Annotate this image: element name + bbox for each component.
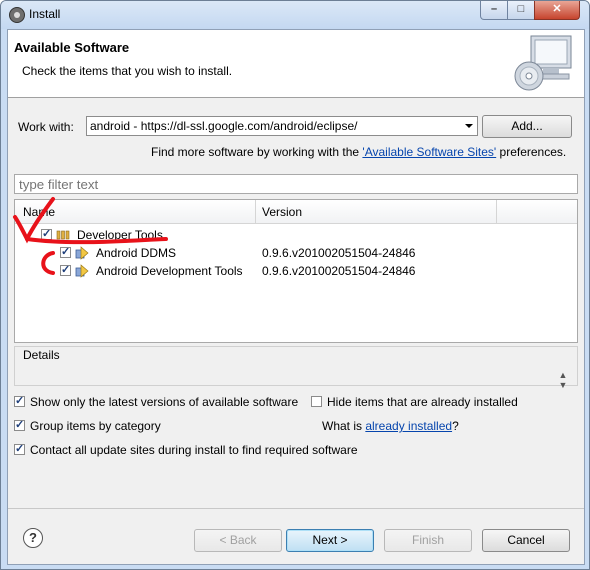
- column-version-header[interactable]: Version: [262, 205, 302, 219]
- help-icon[interactable]: ?: [23, 528, 43, 548]
- hide-installed-checkbox[interactable]: [311, 396, 322, 407]
- category-icon: [56, 230, 70, 240]
- tree-header: Name Version: [15, 200, 577, 224]
- window-title: Install: [29, 7, 61, 21]
- show-latest-label[interactable]: Show only the latest versions of availab…: [30, 395, 298, 409]
- find-more-text: Find more software by working with the '…: [151, 145, 566, 159]
- tree-item-label: Android Development Tools: [96, 264, 243, 278]
- plugin-icon: [75, 246, 89, 260]
- work-with-value: android - https://dl-ssl.google.com/andr…: [90, 119, 358, 133]
- tree-row-developer-tools[interactable]: Developer Tools: [15, 226, 577, 244]
- group-by-category-checkbox[interactable]: [14, 418, 25, 431]
- dialog-body: Available Software Check the items that …: [7, 29, 585, 565]
- next-button[interactable]: Next >: [286, 529, 374, 552]
- column-divider: [255, 200, 256, 223]
- tree-row-android-ddms[interactable]: Android DDMS 0.9.6.v201002051504-24846: [15, 244, 577, 262]
- show-latest-checkbox[interactable]: [14, 394, 25, 407]
- plugin-icon: [75, 264, 89, 278]
- what-is-prefix: What is: [322, 419, 366, 433]
- filter-input[interactable]: [14, 174, 578, 194]
- maximize-icon[interactable]: □: [507, 1, 535, 20]
- footer-divider: [8, 508, 584, 509]
- software-tree[interactable]: Name Version Developer Tools: [14, 199, 578, 343]
- android-ddms-checkbox[interactable]: [60, 245, 71, 258]
- details-scrollbar[interactable]: ▲ ▼: [555, 370, 571, 390]
- app-icon: [9, 7, 25, 23]
- tree-item-label: Developer Tools: [77, 228, 163, 242]
- page-title: Available Software: [14, 40, 130, 55]
- back-button[interactable]: < Back: [194, 529, 282, 552]
- work-with-label: Work with:: [18, 120, 74, 134]
- tree-item-version: 0.9.6.v201002051504-24846: [262, 246, 416, 260]
- install-window: Install – □ ✕ Available Software Check t…: [0, 0, 590, 570]
- cancel-button[interactable]: Cancel: [482, 529, 570, 552]
- finish-button[interactable]: Finish: [384, 529, 472, 552]
- developer-tools-checkbox[interactable]: [41, 227, 52, 240]
- group-by-category-label[interactable]: Group items by category: [30, 419, 161, 433]
- minimize-icon[interactable]: –: [480, 1, 508, 20]
- find-more-prefix: Find more software by working with the: [151, 145, 363, 159]
- what-is-suffix: ?: [452, 419, 459, 433]
- title-bar[interactable]: Install – □ ✕: [1, 1, 589, 29]
- tree-item-version: 0.9.6.v201002051504-24846: [262, 264, 416, 278]
- close-icon[interactable]: ✕: [534, 1, 580, 20]
- contact-sites-label[interactable]: Contact all update sites during install …: [30, 443, 358, 457]
- page-subtitle: Check the items that you wish to install…: [22, 64, 233, 78]
- contact-sites-checkbox[interactable]: [14, 442, 25, 455]
- details-label: Details: [23, 348, 60, 362]
- add-button[interactable]: Add...: [482, 115, 572, 138]
- available-software-sites-link[interactable]: 'Available Software Sites': [362, 145, 496, 159]
- what-is-installed-text: What is already installed?: [322, 419, 459, 433]
- already-installed-link[interactable]: already installed: [365, 419, 452, 433]
- find-more-suffix: preferences.: [496, 145, 567, 159]
- tree-row-android-development-tools[interactable]: Android Development Tools 0.9.6.v2010020…: [15, 262, 577, 280]
- android-development-tools-checkbox[interactable]: [60, 263, 71, 276]
- tree-item-label: Android DDMS: [96, 246, 177, 260]
- work-with-combo[interactable]: android - https://dl-ssl.google.com/andr…: [86, 116, 478, 136]
- column-name-header[interactable]: Name: [23, 205, 55, 219]
- details-group: Details: [14, 346, 578, 386]
- hide-installed-label[interactable]: Hide items that are already installed: [327, 395, 518, 409]
- chevron-down-icon[interactable]: [465, 124, 473, 128]
- column-divider: [496, 200, 497, 223]
- computer-disc-icon: [514, 35, 572, 91]
- header-banner: Available Software Check the items that …: [8, 30, 584, 98]
